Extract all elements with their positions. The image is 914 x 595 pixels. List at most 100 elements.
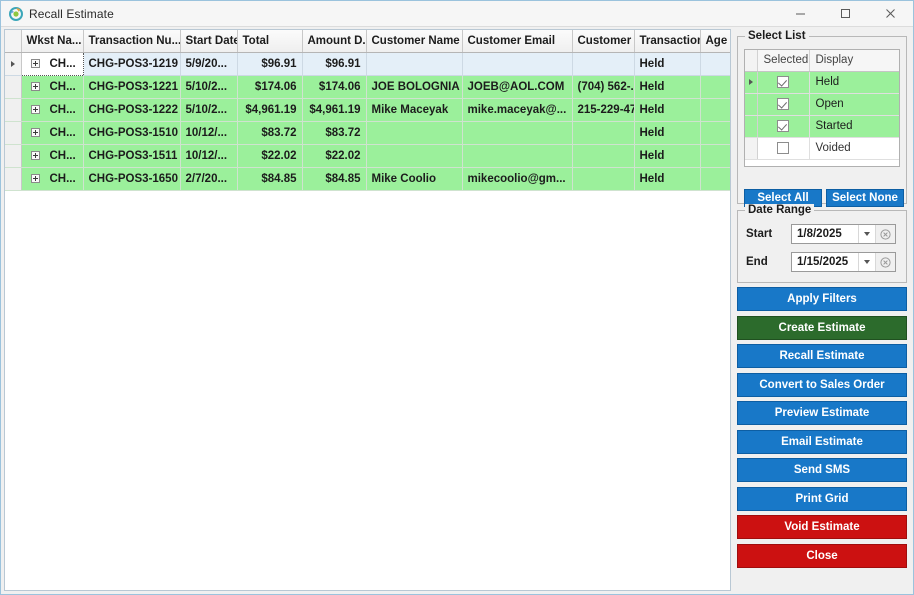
checkbox-open[interactable] bbox=[777, 97, 789, 110]
cell-age-since-start: 616 bbox=[700, 98, 730, 122]
column-header-wkst-name[interactable]: Wkst Na... bbox=[21, 30, 84, 53]
cell-total: $4,961.19 bbox=[237, 98, 303, 122]
cell-amount-due: $4,961.19 bbox=[302, 98, 367, 122]
grid-body: CH... CHG-POS3-1219 5/9/20... $96.91 $96… bbox=[5, 51, 730, 191]
cell-wkst-name[interactable]: CH... bbox=[20, 51, 84, 76]
cell-amount-due: $83.72 bbox=[302, 121, 367, 145]
list-item[interactable]: Started bbox=[745, 115, 899, 138]
column-header-transaction-number[interactable]: Transaction Nu... bbox=[83, 30, 181, 53]
end-date-picker[interactable]: 1/15/2025 bbox=[791, 252, 896, 272]
cell-start-date: 5/9/20... bbox=[180, 52, 238, 76]
cell-total: $84.85 bbox=[237, 167, 303, 191]
end-date-value[interactable]: 1/15/2025 bbox=[792, 253, 858, 271]
row-indicator bbox=[5, 75, 22, 99]
cell-transaction-number: CHG-POS3-1221 bbox=[83, 75, 181, 99]
send-sms-button[interactable]: Send SMS bbox=[737, 458, 907, 482]
start-date-label: Start bbox=[746, 228, 773, 240]
column-header-customer-email[interactable]: Customer Email bbox=[462, 30, 573, 53]
expand-row-icon[interactable] bbox=[30, 82, 40, 91]
close-estimate-button[interactable]: Close bbox=[737, 543, 907, 568]
checkbox-held[interactable] bbox=[777, 75, 789, 88]
start-date-clear-icon[interactable] bbox=[875, 225, 895, 243]
end-date-clear-icon[interactable] bbox=[875, 253, 895, 271]
wkst-name-value: CH... bbox=[49, 103, 76, 116]
grid-rowheader-corner bbox=[5, 30, 22, 53]
cell-wkst-name[interactable]: CH... bbox=[21, 121, 84, 145]
column-header-customer-name[interactable]: Customer Name bbox=[366, 30, 463, 53]
cell-customer-phone bbox=[572, 144, 635, 168]
row-indicator bbox=[745, 71, 758, 94]
list-item[interactable]: Voided bbox=[745, 137, 899, 160]
apply-filters-button[interactable]: Apply Filters bbox=[737, 287, 907, 311]
create-estimate-button[interactable]: Create Estimate bbox=[737, 315, 907, 340]
table-row[interactable]: CH... CHG-POS3-1511 10/12/... $22.02 $22… bbox=[5, 144, 730, 168]
cell-wkst-name[interactable]: CH... bbox=[21, 98, 84, 122]
cell-customer-phone: 215-229-47... bbox=[572, 98, 635, 122]
row-indicator bbox=[745, 93, 758, 116]
close-button[interactable] bbox=[868, 1, 913, 26]
cell-transaction-number: CHG-POS3-1511 bbox=[83, 144, 181, 168]
cell-age-since-start: 616 bbox=[700, 75, 730, 99]
cell-age-since-start: 461 bbox=[700, 144, 730, 168]
cell-start-date: 2/7/20... bbox=[180, 167, 238, 191]
table-row[interactable]: CH... CHG-POS3-1222 5/10/2... $4,961.19 … bbox=[5, 98, 730, 122]
select-none-button[interactable]: Select None bbox=[826, 189, 904, 207]
expand-row-icon[interactable] bbox=[30, 174, 40, 183]
cell-customer-email: mike.maceyak@... bbox=[462, 98, 573, 122]
select-list-checkbox-cell[interactable] bbox=[757, 93, 810, 116]
checkbox-started[interactable] bbox=[777, 119, 789, 132]
cell-customer-name bbox=[366, 144, 463, 168]
table-row[interactable]: CH... CHG-POS3-1221 5/10/2... $174.06 $1… bbox=[5, 75, 730, 99]
column-header-display[interactable]: Display bbox=[809, 50, 899, 72]
table-row[interactable]: CH... CHG-POS3-1219 5/9/20... $96.91 $96… bbox=[5, 51, 730, 76]
cell-wkst-name[interactable]: CH... bbox=[21, 144, 84, 168]
row-indicator bbox=[5, 52, 22, 76]
current-row-caret-icon bbox=[748, 79, 753, 85]
list-item[interactable]: Held bbox=[745, 71, 899, 94]
list-item[interactable]: Open bbox=[745, 93, 899, 116]
select-list-checkbox-cell[interactable] bbox=[757, 71, 810, 94]
preview-estimate-button[interactable]: Preview Estimate bbox=[737, 401, 907, 425]
column-header-selected[interactable]: Selected bbox=[757, 50, 810, 72]
cell-customer-email bbox=[462, 144, 573, 168]
expand-row-icon[interactable] bbox=[30, 128, 40, 137]
row-indicator bbox=[5, 144, 22, 168]
maximize-button[interactable] bbox=[823, 1, 868, 26]
row-indicator bbox=[745, 115, 758, 138]
email-estimate-button[interactable]: Email Estimate bbox=[737, 429, 907, 454]
cell-wkst-name[interactable]: CH... bbox=[21, 167, 84, 191]
recall-estimate-button[interactable]: Recall Estimate bbox=[737, 344, 907, 368]
action-button-stack: Apply Filters Create Estimate Recall Est… bbox=[737, 287, 907, 572]
wkst-name-value: CH... bbox=[49, 149, 76, 162]
checkbox-voided[interactable] bbox=[777, 141, 789, 154]
start-date-dropdown-icon[interactable] bbox=[858, 225, 875, 243]
expand-row-icon[interactable] bbox=[30, 151, 40, 160]
convert-to-sales-order-button[interactable]: Convert to Sales Order bbox=[737, 372, 907, 397]
start-date-picker[interactable]: 1/8/2025 bbox=[791, 224, 896, 244]
select-list-checkbox-cell[interactable] bbox=[757, 115, 810, 138]
expand-row-icon[interactable] bbox=[30, 105, 40, 114]
select-list-checkbox-cell[interactable] bbox=[757, 137, 810, 160]
start-date-value[interactable]: 1/8/2025 bbox=[792, 225, 858, 243]
column-header-transaction-status[interactable]: Transaction ... bbox=[634, 30, 701, 53]
minimize-button[interactable] bbox=[778, 1, 823, 26]
transactions-grid-panel[interactable]: Wkst Na... Transaction Nu... Start Date … bbox=[4, 29, 731, 591]
select-list-grid-panel[interactable]: Selected Display Held Open Started Voide… bbox=[744, 49, 900, 167]
void-estimate-button[interactable]: Void Estimate bbox=[737, 515, 907, 539]
column-header-age-since-start[interactable]: Age Since S... bbox=[700, 30, 730, 53]
cell-customer-phone bbox=[572, 121, 635, 145]
window-controls bbox=[778, 1, 913, 26]
cell-transaction-status: Held bbox=[634, 121, 701, 145]
column-header-start-date[interactable]: Start Date bbox=[180, 30, 238, 53]
select-list-grid: Selected Display Held Open Started Voide… bbox=[745, 50, 899, 160]
print-grid-button[interactable]: Print Grid bbox=[737, 486, 907, 511]
expand-row-icon[interactable] bbox=[30, 59, 40, 68]
cell-wkst-name[interactable]: CH... bbox=[21, 75, 84, 99]
table-row[interactable]: CH... CHG-POS3-1510 10/12/... $83.72 $83… bbox=[5, 121, 730, 145]
column-header-customer-phone[interactable]: Customer P... bbox=[572, 30, 635, 53]
cell-amount-due: $96.91 bbox=[302, 52, 367, 76]
column-header-amount-due[interactable]: Amount D... bbox=[302, 30, 367, 53]
column-header-total[interactable]: Total bbox=[237, 30, 303, 53]
table-row[interactable]: CH... CHG-POS3-1650 2/7/20... $84.85 $84… bbox=[5, 167, 730, 191]
end-date-dropdown-icon[interactable] bbox=[858, 253, 875, 271]
